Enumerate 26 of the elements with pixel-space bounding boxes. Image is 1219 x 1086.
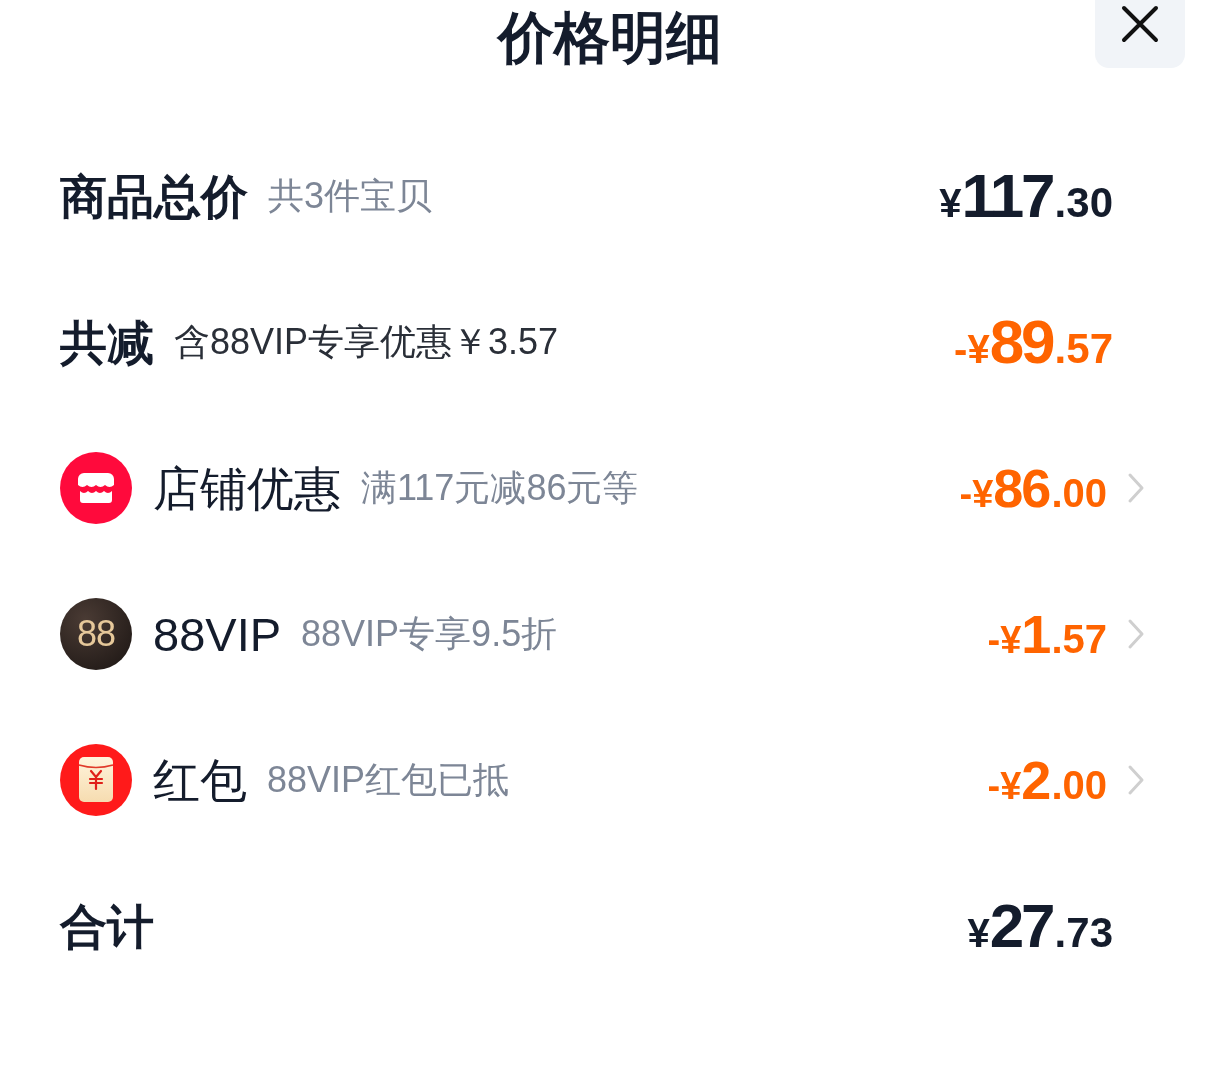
price-text: -¥86.00 [959,461,1107,515]
row-note: 满117元减86元等 [361,470,639,506]
price-text: -¥2.00 [987,753,1107,807]
price-text: ¥117.30 [939,165,1113,227]
row-note: 88VIP专享9.5折 [301,616,558,652]
yen-envelope-icon [60,744,132,816]
row-title: 商品总价 [60,172,248,220]
row-title: 红包 [153,756,247,804]
vip-logo: 88 [60,598,132,670]
chevron-right-icon[interactable] [1127,764,1145,796]
row-title: 88VIP [153,610,282,658]
close-button[interactable] [1095,0,1185,68]
row-title: 共减 [60,318,154,366]
chevron-right-icon[interactable] [1127,618,1145,650]
row-note: 共3件宝贝 [268,178,433,214]
row-title: 店铺优惠 [153,464,341,512]
close-icon [1120,4,1160,44]
row-note: 含88VIP专享优惠￥3.57 [174,324,559,360]
price-text: ¥27.73 [967,895,1113,957]
row-note: 88VIP红包已抵 [267,762,510,798]
price-text: -¥89.57 [954,311,1113,373]
sheet-title: 价格明细 [497,5,722,71]
price-text: -¥1.57 [987,607,1107,661]
store-icon [60,452,132,524]
chevron-right-icon[interactable] [1127,472,1145,504]
row-title: 合计 [60,902,154,950]
